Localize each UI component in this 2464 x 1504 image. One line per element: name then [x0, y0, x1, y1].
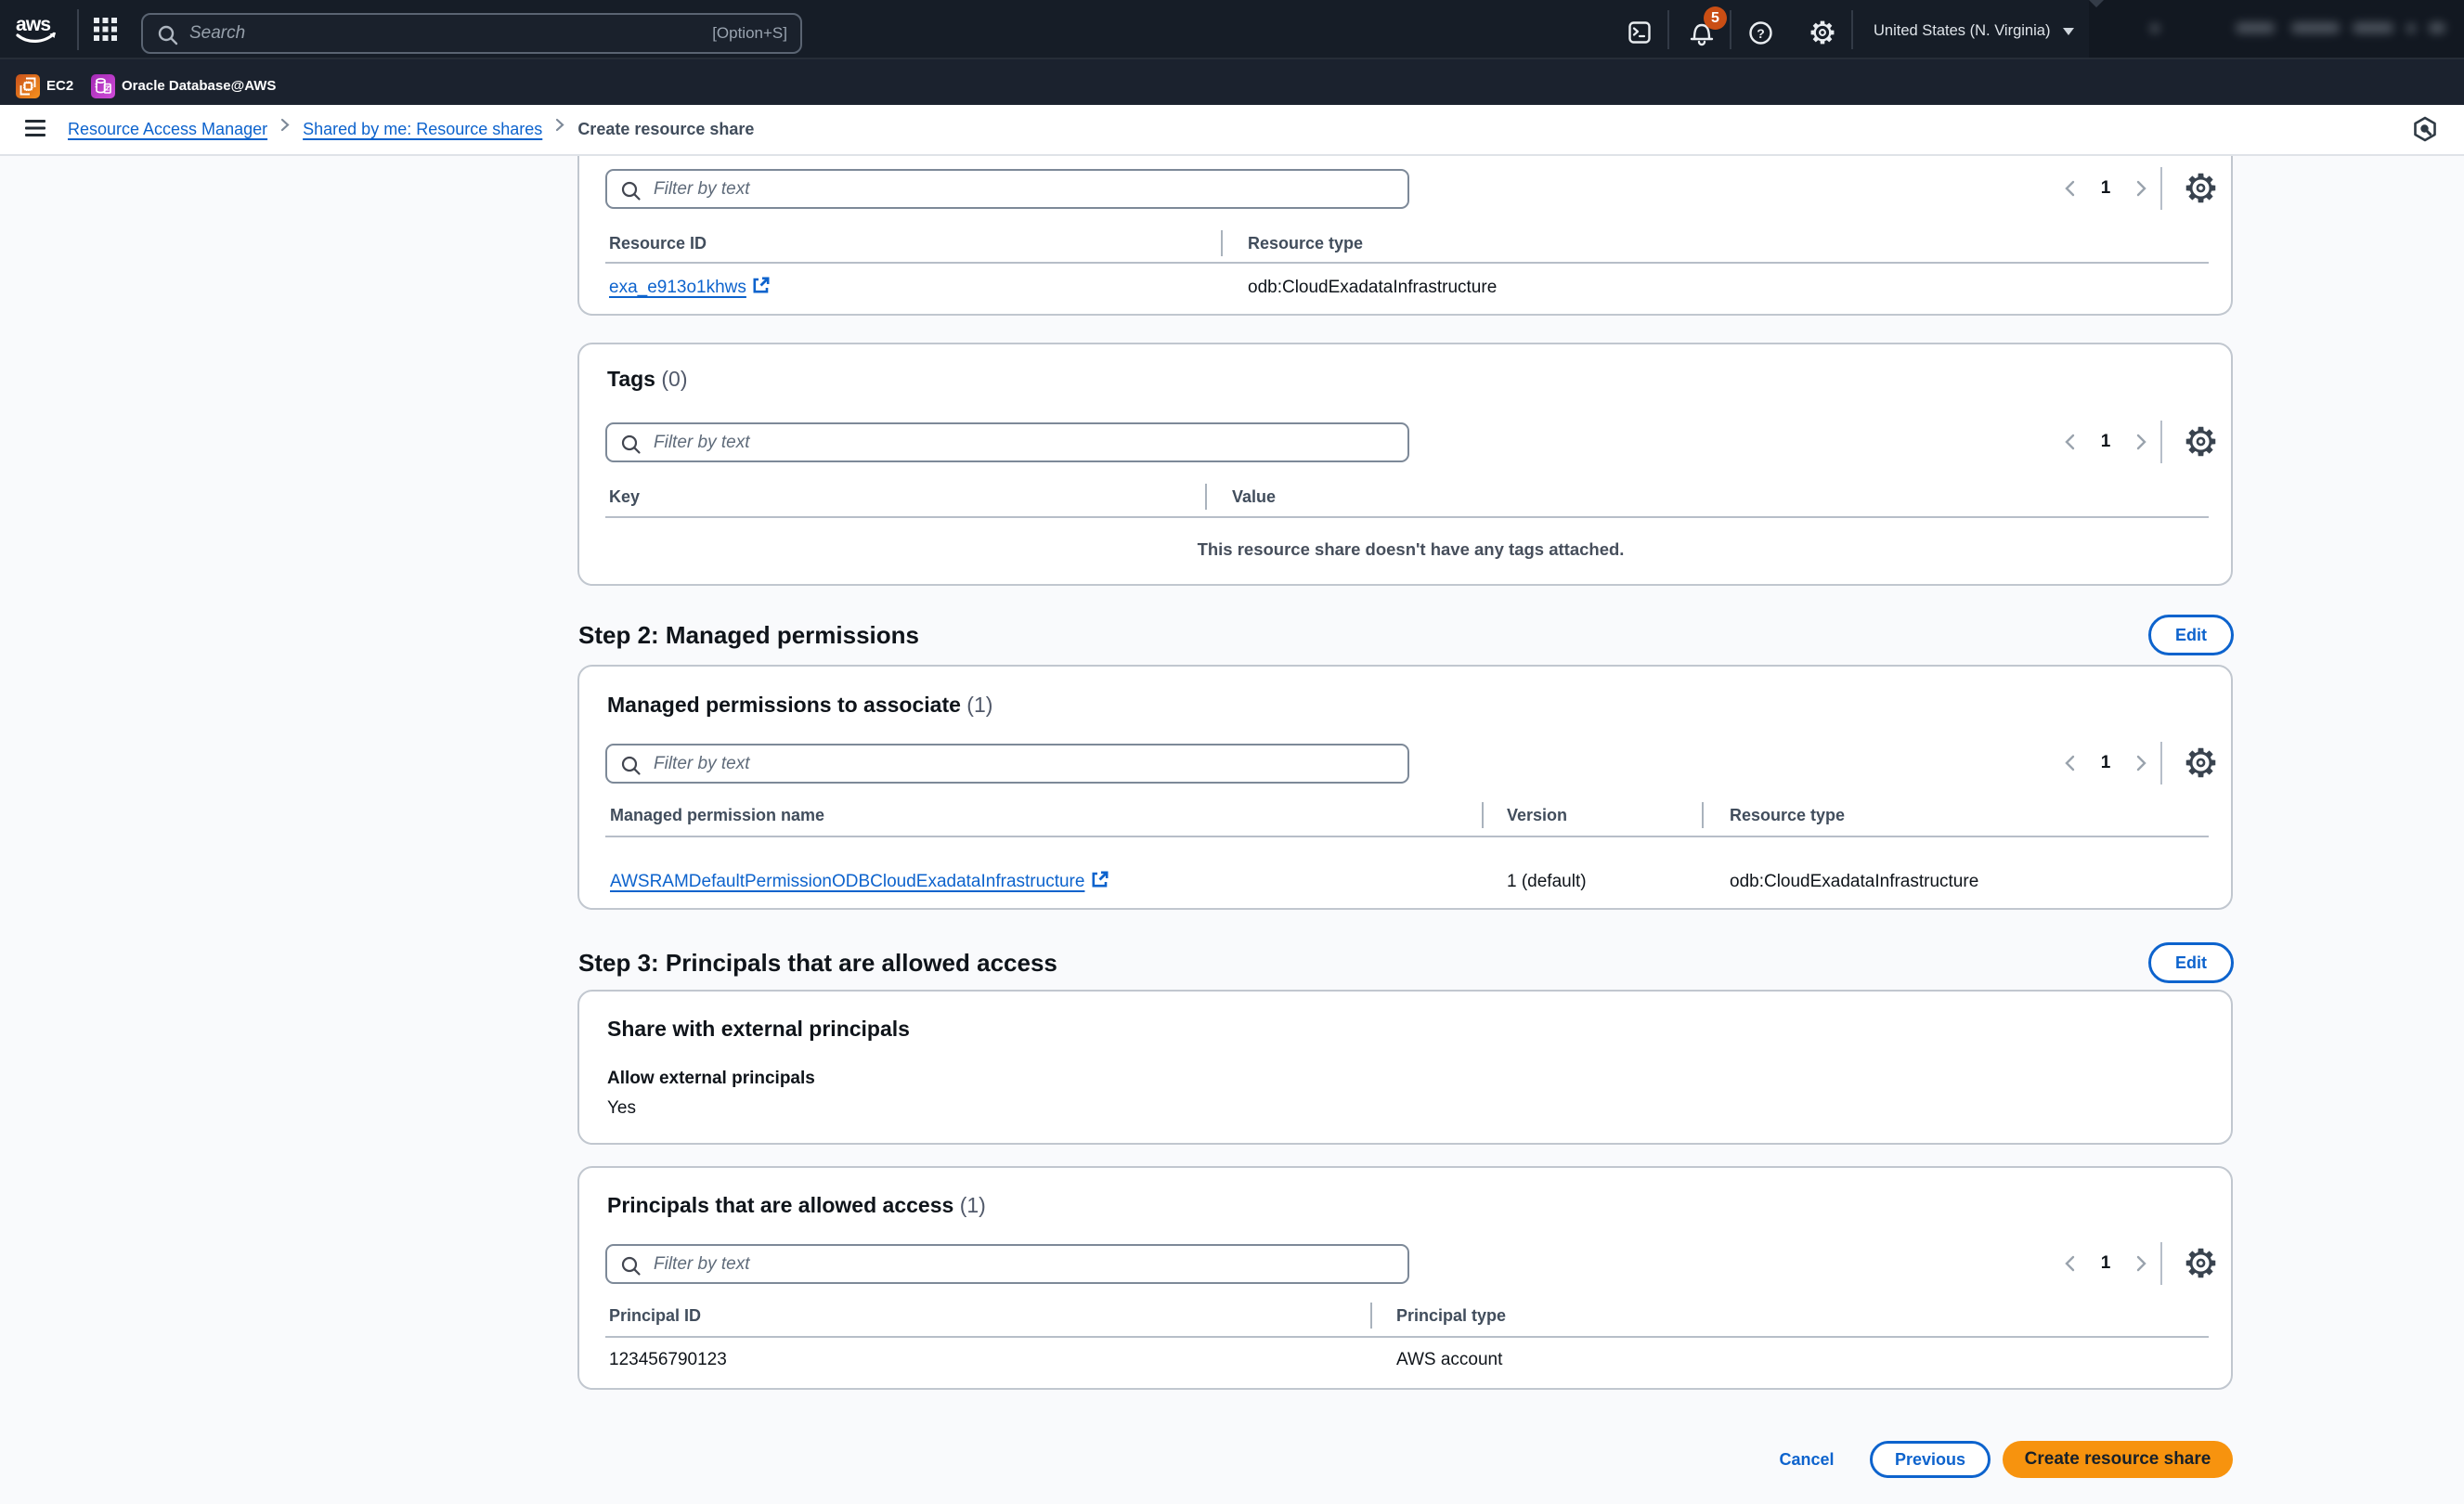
svg-text:?: ? — [1757, 26, 1765, 41]
svg-text:aws: aws — [16, 15, 50, 35]
